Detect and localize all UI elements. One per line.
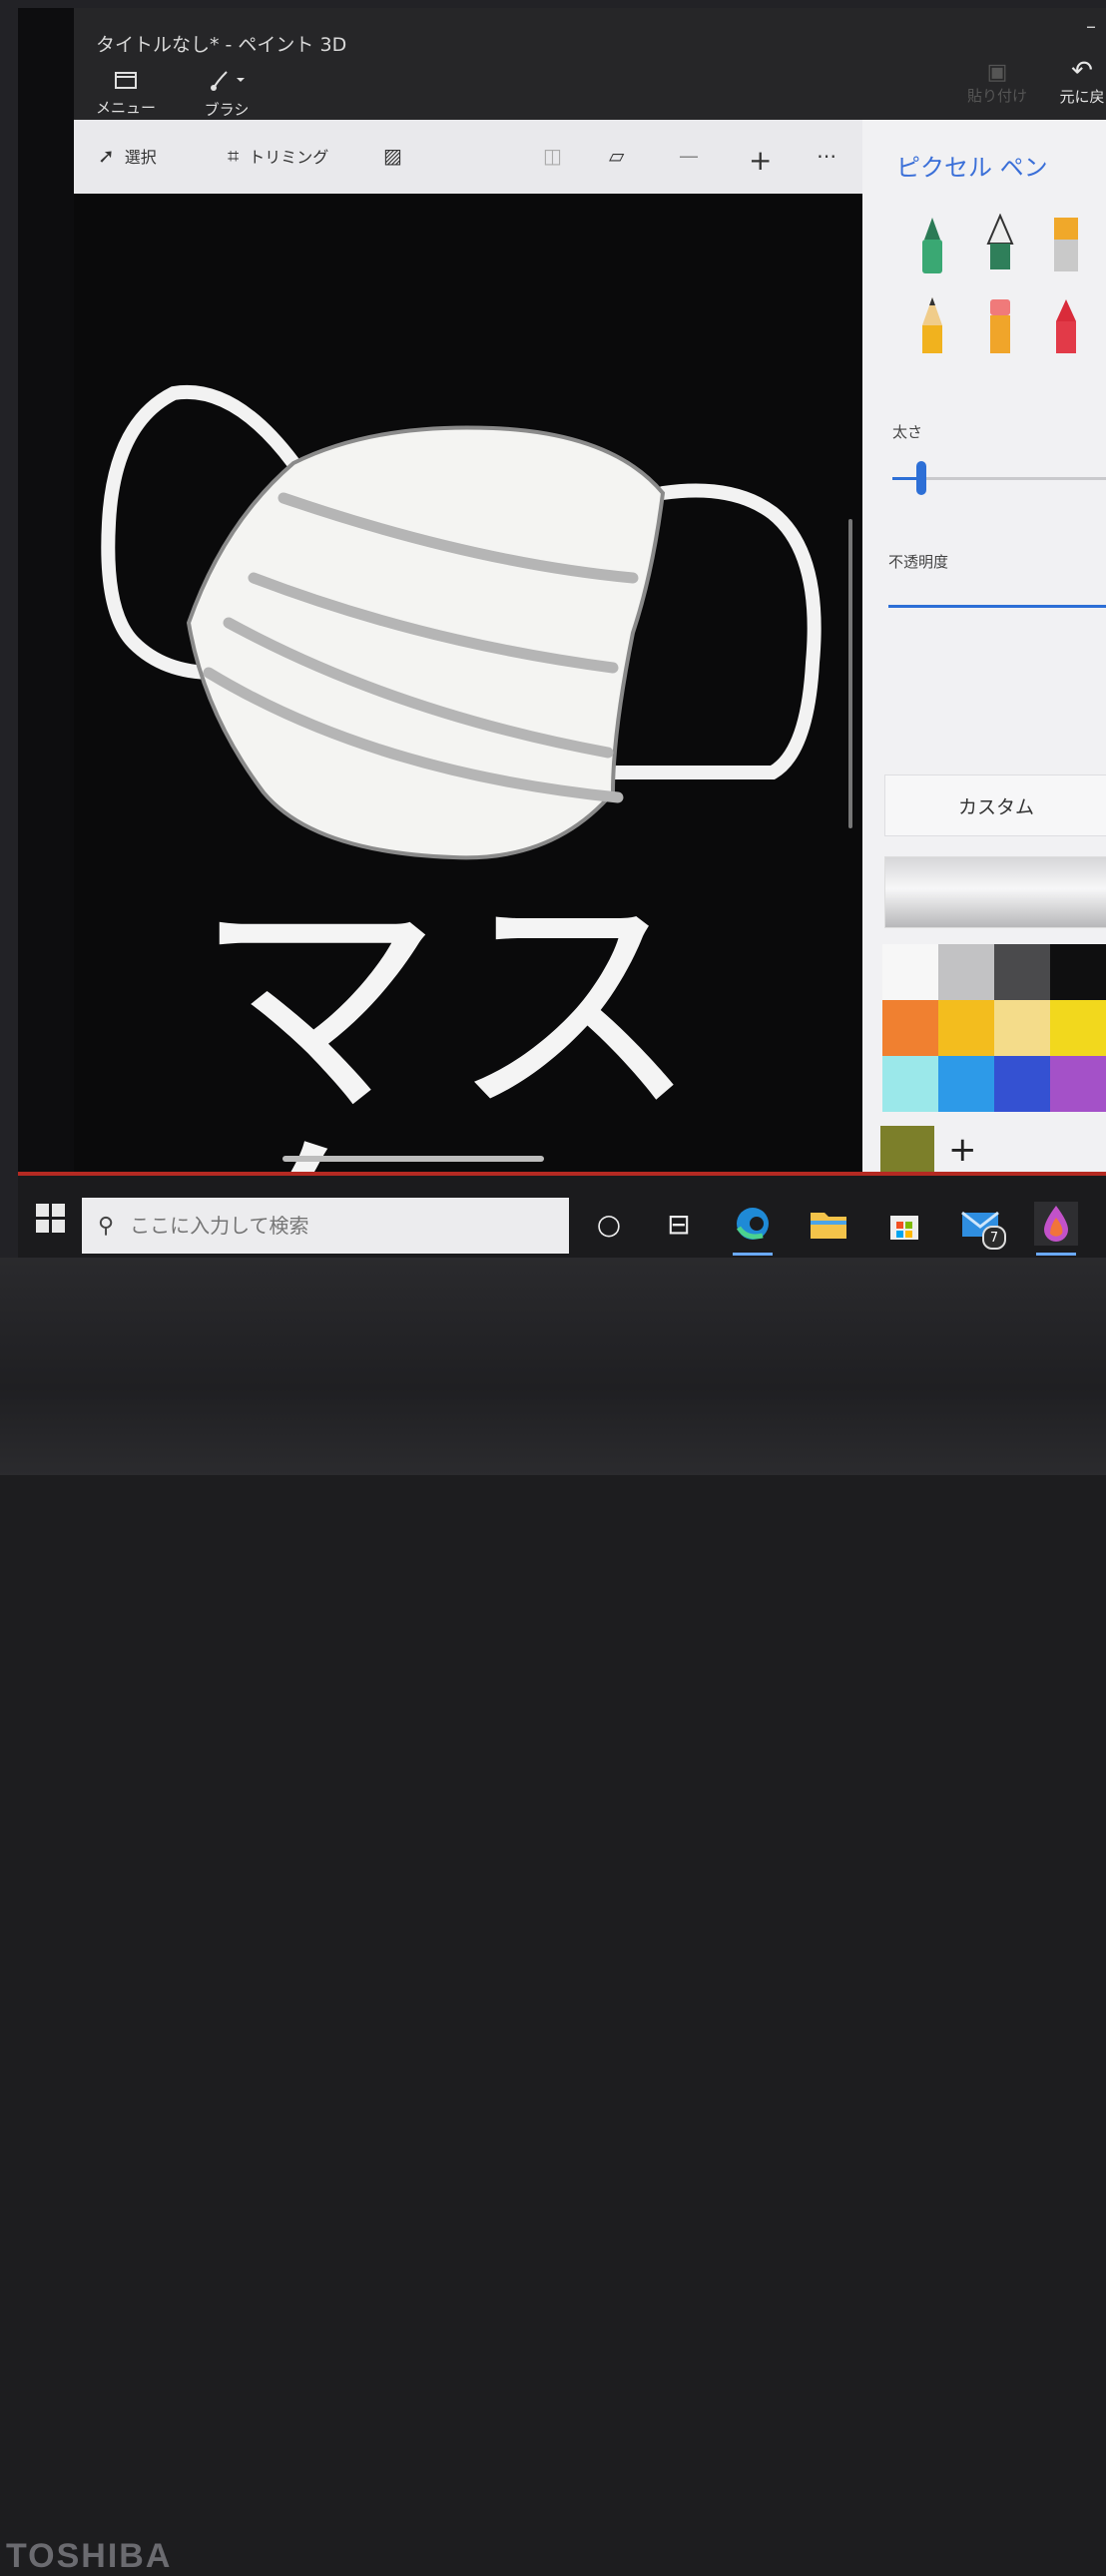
menu-label: メニュー	[96, 99, 157, 117]
brand-logo: TOSHIBA	[6, 2537, 173, 2575]
crop-label: トリミング	[249, 148, 329, 167]
color-swatch[interactable]	[882, 944, 938, 1000]
brush-label: ブラシ	[204, 101, 250, 119]
color-swatch[interactable]	[938, 1056, 994, 1112]
mail-icon[interactable]: 7	[958, 1202, 1006, 1250]
search-input[interactable]	[128, 1213, 552, 1239]
thickness-label: 太さ	[892, 423, 923, 441]
screen: タイトルなし* - ペイント 3D – メニュー ブラシ ▣ 貼り付け ↶ 元に…	[18, 8, 1106, 1258]
minimize-button[interactable]: –	[1086, 14, 1096, 38]
undo-label: 元に戻	[1059, 88, 1105, 106]
vertical-scrollbar[interactable]	[848, 519, 852, 828]
paste-button[interactable]: ▣ 貼り付け	[952, 60, 1042, 106]
pencil-icon	[922, 297, 942, 353]
store-icon[interactable]	[882, 1202, 926, 1246]
paste-icon: ▣	[986, 60, 1008, 85]
more-button[interactable]: ⋯	[817, 144, 836, 168]
color-swatch[interactable]	[882, 1000, 938, 1056]
opacity-label: 不透明度	[888, 553, 949, 571]
zoom-in-button[interactable]: +	[749, 144, 772, 177]
3d-view-icon: ◫	[543, 144, 562, 168]
toolbar: ➚ 選択 ⌗ トリミング ▨ ◫ ▱ — + ⋯	[74, 120, 862, 195]
crayon-brush[interactable]	[1042, 295, 1090, 359]
crayon-icon	[1056, 299, 1076, 353]
color-swatch[interactable]	[938, 944, 994, 1000]
edge-icon[interactable]	[731, 1202, 775, 1256]
canvas-text: マスク	[194, 861, 705, 1193]
active-indicator	[1036, 1253, 1076, 1256]
color-swatch[interactable]	[994, 1056, 1050, 1112]
panel-title: ピクセル ペン	[896, 154, 1048, 182]
drawing-canvas[interactable]: マスク	[74, 194, 862, 1192]
color-swatch[interactable]	[882, 1056, 938, 1112]
crop-tool[interactable]: ⌗ トリミング	[228, 144, 328, 168]
plus-icon: +	[749, 144, 773, 177]
minus-icon: —	[679, 144, 699, 168]
undo-button[interactable]: ↶ 元に戻	[1052, 56, 1106, 107]
windows-start-button[interactable]	[36, 1204, 66, 1234]
file-explorer-icon[interactable]	[807, 1202, 850, 1246]
color-swatch[interactable]	[994, 944, 1050, 1000]
paintbrush-icon	[1054, 218, 1078, 271]
select-tool[interactable]: ➚ 選択	[98, 144, 157, 168]
brush-panel: ピクセル ペン 太さ 不透明度 カスタム +	[862, 120, 1106, 1218]
taskbar-search-box[interactable]: ⚲	[82, 1198, 569, 1254]
magic-select-icon: ▨	[383, 144, 402, 168]
menu-button[interactable]: メニュー	[96, 70, 156, 118]
paint-3d-icon[interactable]	[1034, 1202, 1078, 1256]
horizontal-scrollbar[interactable]	[282, 1156, 544, 1162]
cortana-icon[interactable]: ○	[587, 1202, 631, 1246]
color-swatch[interactable]	[1050, 1000, 1106, 1056]
laptop-bezel-bottom: TOSHIBA	[0, 1258, 1106, 2575]
color-palette	[882, 944, 1106, 1112]
brush-button[interactable]: ブラシ	[192, 68, 262, 120]
thickness-slider-thumb[interactable]	[916, 461, 926, 495]
mail-badge: 7	[982, 1226, 1006, 1250]
color-swatch[interactable]	[1050, 1056, 1106, 1112]
magic-select-tool[interactable]: ▨	[383, 144, 402, 168]
marker-icon	[922, 218, 942, 273]
oil-brush[interactable]	[1042, 214, 1090, 277]
paste-label: 貼り付け	[966, 87, 1027, 105]
brush-icon	[192, 68, 262, 99]
undo-icon: ↶	[1071, 56, 1093, 86]
crop-icon: ⌗	[228, 144, 240, 168]
current-color-preview	[884, 856, 1106, 928]
3d-view-tool[interactable]: ◫	[543, 144, 562, 168]
active-indicator	[733, 1253, 773, 1256]
calligraphy-brush[interactable]	[976, 213, 1024, 277]
pen-nib-icon	[986, 213, 1014, 269]
add-color-button[interactable]: +	[948, 1130, 977, 1170]
color-swatch[interactable]	[1050, 944, 1106, 1000]
task-view-icon[interactable]: ⊟	[657, 1202, 701, 1246]
color-swatch[interactable]	[938, 1000, 994, 1056]
opacity-slider[interactable]	[888, 605, 1106, 608]
window-title: タイトルなし* - ペイント 3D	[96, 34, 347, 56]
eraser-icon	[990, 299, 1010, 353]
taskbar: ⚲ ○ ⊟ 7	[18, 1172, 1106, 1258]
cursor-icon: ➚	[98, 144, 115, 168]
pencil-brush[interactable]	[908, 295, 956, 359]
color-swatch[interactable]	[994, 1000, 1050, 1056]
folder-icon	[96, 70, 156, 97]
search-icon: ⚲	[98, 1213, 115, 1239]
select-label: 選択	[124, 148, 157, 167]
more-icon: ⋯	[817, 144, 836, 168]
mixed-reality-tool[interactable]: ▱	[609, 144, 624, 168]
eraser-brush[interactable]	[976, 295, 1024, 359]
flag-icon: ▱	[609, 144, 625, 168]
marker-brush[interactable]	[908, 214, 956, 277]
title-bar: タイトルなし* - ペイント 3D – メニュー ブラシ ▣ 貼り付け ↶ 元に…	[74, 8, 1106, 120]
custom-color-button[interactable]: カスタム	[884, 774, 1106, 836]
zoom-out-button[interactable]: —	[679, 144, 699, 168]
